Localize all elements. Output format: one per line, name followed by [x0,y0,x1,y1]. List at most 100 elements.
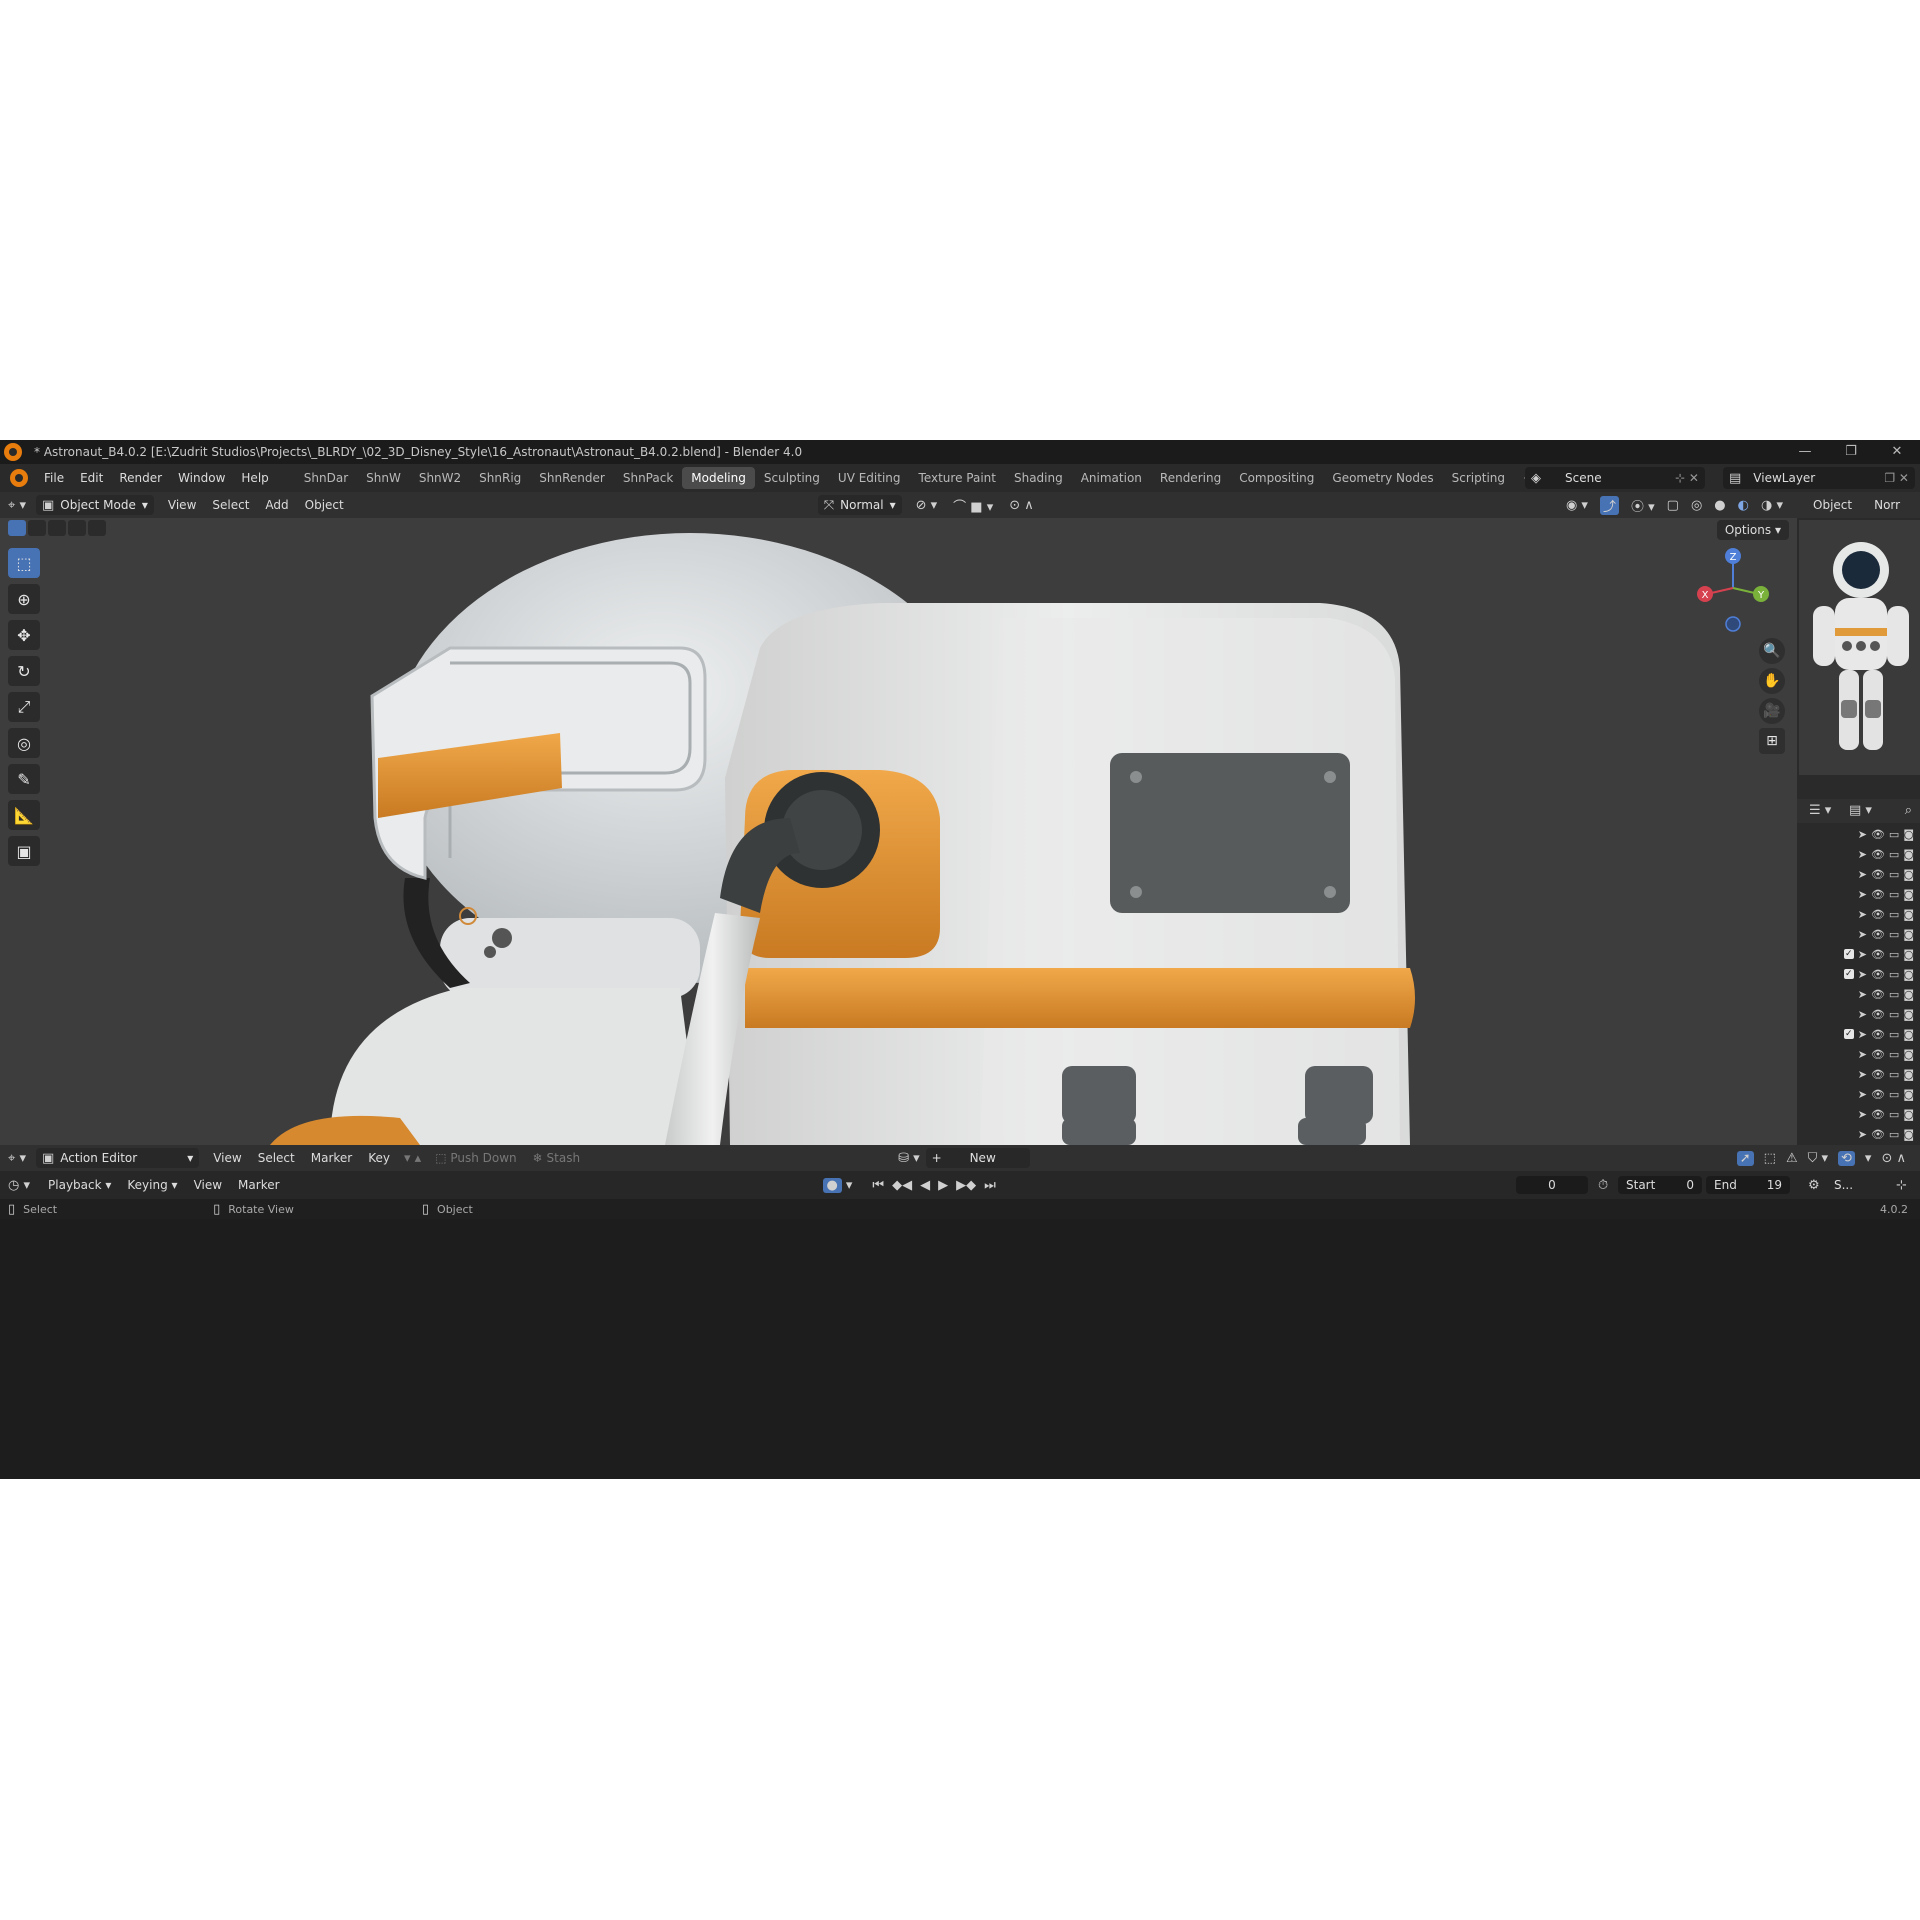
snap-mode-icon[interactable]: ▾ [1865,1151,1872,1166]
monitor-icon[interactable]: ▭ [1889,868,1899,881]
push-down-button[interactable]: ⬚ Push Down [427,1147,524,1169]
tab-modeling[interactable]: Modeling [682,467,755,489]
exclude-checkbox[interactable]: ✓ [1843,949,1854,959]
tab-sculpting[interactable]: Sculpting [755,467,829,489]
only-errors-icon[interactable]: ⚠ [1786,1151,1798,1166]
select-arrow-icon[interactable]: ➤ [1858,948,1867,961]
eye-icon[interactable]: 👁 [1871,868,1885,881]
exclude-checkbox[interactable]: ✓ [1843,969,1854,979]
camera-render-icon[interactable]: ◙ [1903,968,1914,981]
camera-render-icon[interactable]: ◙ [1903,928,1914,941]
viewlayer-selector[interactable]: ▤ ViewLayer ❐ ✕ [1723,467,1915,489]
only-selected-icon[interactable]: ➚ [1736,1150,1754,1166]
select-arrow-icon[interactable]: ➤ [1858,928,1867,941]
stopwatch-icon[interactable]: ⏱ [1598,1178,1608,1193]
select-arrow-icon[interactable]: ➤ [1858,1068,1867,1081]
vp-menu-select[interactable]: Select [204,494,257,516]
outliner-row[interactable]: ✓ ➤ 👁 ▭ ◙ [1797,1024,1920,1044]
select-intersect-icon[interactable] [88,520,106,536]
tab-animation[interactable]: Animation [1072,467,1151,489]
monitor-icon[interactable]: ▭ [1889,968,1899,981]
tab-geometry-nodes[interactable]: Geometry Nodes [1323,467,1442,489]
camera-render-icon[interactable]: ◙ [1903,848,1914,861]
select-arrow-icon[interactable]: ➤ [1858,868,1867,881]
3d-viewport[interactable]: ⬚ ⊕ ✥ ↻ ⤢ ◎ ✎ 📐 ▣ Options ▾ Z X Y 🔍 ✋ 🎥 … [0,518,1797,1145]
eye-icon[interactable]: 👁 [1871,928,1885,941]
outliner-row[interactable]: ➤ 👁 ▭ ◙ [1797,904,1920,924]
blender-menu-icon[interactable] [10,469,28,487]
eye-icon[interactable]: 👁 [1871,1108,1885,1121]
select-arrow-icon[interactable]: ➤ [1858,1048,1867,1061]
camera-icon[interactable]: 🎥 [1759,698,1785,724]
auto-snap-icon[interactable]: ⟲ [1838,1150,1855,1166]
outliner-row[interactable]: ✓ ➤ 👁 ▭ ◙ [1797,944,1920,964]
eye-icon[interactable]: 👁 [1871,1028,1885,1041]
select-arrow-icon[interactable]: ➤ [1858,848,1867,861]
select-arrow-icon[interactable]: ➤ [1858,1108,1867,1121]
tab-shading[interactable]: Shading [1005,467,1072,489]
close-button[interactable]: ✕ [1874,440,1920,464]
eye-icon[interactable]: 👁 [1871,908,1885,921]
monitor-icon[interactable]: ▭ [1889,928,1899,941]
select-subtract-icon[interactable] [48,520,66,536]
select-box-tool-icon[interactable]: ⬚ [8,548,40,578]
monitor-icon[interactable]: ▭ [1889,1028,1899,1041]
solid-shading-icon[interactable]: ● [1714,496,1725,515]
eye-icon[interactable]: 👁 [1871,1008,1885,1021]
select-arrow-icon[interactable]: ➤ [1858,968,1867,981]
menu-file[interactable]: File [36,467,72,489]
viewlayer-close-icon[interactable]: ❐ ✕ [1884,471,1909,485]
tab-compositing[interactable]: Compositing [1230,467,1323,489]
pin-icon[interactable]: ⊹ ✕ [1675,471,1699,485]
monitor-icon[interactable]: ▭ [1889,948,1899,961]
exclude-checkbox[interactable]: ✓ [1843,1029,1854,1039]
select-arrow-icon[interactable]: ➤ [1858,988,1867,1001]
outliner-row[interactable]: ➤ 👁 ▭ ◙ [1797,1004,1920,1024]
new-action-button[interactable]: + New [925,1148,1030,1168]
camera-render-icon[interactable]: ◙ [1903,1068,1914,1081]
keyframe-type-icon[interactable]: ▾ ▴ [404,1151,421,1166]
select-arrow-icon[interactable]: ➤ [1858,1088,1867,1101]
monitor-icon[interactable]: ▭ [1889,1068,1899,1081]
camera-render-icon[interactable]: ◙ [1903,828,1914,841]
ae-menu-marker[interactable]: Marker [303,1147,360,1169]
select-arrow-icon[interactable]: ➤ [1858,908,1867,921]
grid-perspective-icon[interactable]: ⊞ [1759,728,1785,754]
outliner-row[interactable]: ➤ 👁 ▭ ◙ [1797,844,1920,864]
ae-menu-key[interactable]: Key [360,1147,398,1169]
camera-render-icon[interactable]: ◙ [1903,1008,1914,1021]
maximize-button[interactable]: ❐ [1828,440,1874,464]
play-reverse-icon[interactable]: ◀ [920,1178,930,1193]
outliner-row[interactable]: ➤ 👁 ▭ ◙ [1797,1064,1920,1084]
scale-tool-icon[interactable]: ⤢ [8,692,40,722]
menu-window[interactable]: Window [170,467,233,489]
camera-render-icon[interactable]: ◙ [1903,948,1914,961]
ae-proportional-icon[interactable]: ⊙ ∧ [1881,1151,1906,1166]
eye-icon[interactable]: 👁 [1871,1068,1885,1081]
prev-keyframe-icon[interactable]: ◆◀ [892,1178,912,1193]
select-new-icon[interactable] [8,520,26,536]
eye-icon[interactable]: 👁 [1871,1048,1885,1061]
pan-hand-icon[interactable]: ✋ [1759,668,1785,694]
tab-shnw2[interactable]: ShnW2 [410,467,470,489]
tl-menu-keying[interactable]: Keying ▾ [119,1174,185,1196]
annotate-tool-icon[interactable]: ✎ [8,764,40,794]
menu-render[interactable]: Render [111,467,170,489]
tab-uv-editing[interactable]: UV Editing [829,467,910,489]
overlay-icon[interactable]: ⦿ ▾ [1631,496,1655,515]
monitor-icon[interactable]: ▭ [1889,1008,1899,1021]
monitor-icon[interactable]: ▭ [1889,888,1899,901]
filter-icon[interactable]: ⛉ ▾ [1808,1151,1828,1166]
rotate-tool-icon[interactable]: ↻ [8,656,40,686]
select-arrow-icon[interactable]: ➤ [1858,888,1867,901]
monitor-icon[interactable]: ▭ [1889,828,1899,841]
jump-start-icon[interactable]: ⏮ [872,1178,884,1193]
tab-shnpack[interactable]: ShnPack [614,467,682,489]
editor-type-icon[interactable]: ⌖ ▾ [8,498,26,513]
outliner-filter-icon[interactable]: ▤ ▾ [1849,803,1872,818]
tab-shnw[interactable]: ShnW [357,467,410,489]
action-browse-icon[interactable]: ⛁ ▾ [898,1151,920,1166]
outliner-row[interactable]: ➤ 👁 ▭ ◙ [1797,984,1920,1004]
move-tool-icon[interactable]: ✥ [8,620,40,650]
monitor-icon[interactable]: ▭ [1889,1108,1899,1121]
